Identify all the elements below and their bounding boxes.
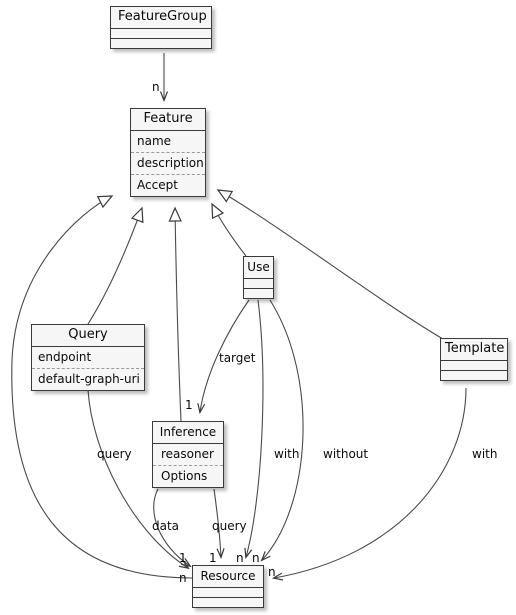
class-title-inference: Inference	[153, 422, 223, 444]
edge-multiplicity-label: 1	[179, 551, 187, 565]
edge-role-label: without	[323, 447, 369, 461]
empty-compartment	[441, 371, 507, 380]
class-attribute: default-graph-uri	[32, 369, 144, 390]
class-box-featuregroup[interactable]: FeatureGroup	[110, 6, 212, 49]
edge-role-label: with	[472, 447, 498, 461]
class-title-use: Use	[244, 257, 273, 279]
class-compartments-feature: name description Accept	[131, 131, 205, 196]
edge-multiplicity-label: n	[179, 571, 187, 585]
class-attribute: Accept	[131, 175, 205, 196]
class-title-resource: Resource	[193, 566, 263, 588]
class-box-template[interactable]: Template	[440, 338, 508, 381]
edge-multiplicity-label: n	[152, 80, 160, 94]
class-compartments-query: endpoint default-graph-uri	[32, 347, 144, 390]
edge-use-resource-without	[262, 299, 304, 560]
class-box-resource[interactable]: Resource	[192, 565, 264, 608]
class-attribute: Options	[153, 466, 223, 487]
class-compartments-featuregroup	[111, 29, 211, 48]
empty-compartment	[244, 289, 273, 298]
empty-compartment	[111, 39, 211, 48]
empty-compartment	[193, 588, 263, 598]
empty-compartment	[244, 279, 273, 289]
class-compartments-resource	[193, 588, 263, 607]
class-box-inference[interactable]: Inference reasoner Options	[152, 421, 224, 488]
edge-inference-feature	[168, 206, 182, 422]
edge-query-feature	[87, 206, 144, 325]
class-attribute: description	[131, 153, 205, 175]
edge-role-label: data	[152, 519, 180, 533]
edge-multiplicity-label: 1	[185, 398, 193, 412]
class-attribute: reasoner	[153, 444, 223, 466]
class-compartments-template	[441, 361, 507, 380]
edge-use-feature	[211, 202, 247, 257]
edge-role-label: target	[219, 351, 256, 365]
class-box-query[interactable]: Query endpoint default-graph-uri	[31, 324, 145, 391]
class-title-query: Query	[32, 325, 144, 347]
class-title-feature: Feature	[131, 109, 205, 131]
class-compartments-use	[244, 279, 273, 298]
edge-multiplicity-label: 1	[209, 551, 217, 565]
edge-role-label: with	[274, 447, 300, 461]
class-compartments-inference: reasoner Options	[153, 444, 223, 487]
empty-compartment	[193, 598, 263, 607]
class-box-feature[interactable]: Feature name description Accept	[130, 108, 206, 197]
empty-compartment	[111, 29, 211, 39]
class-attribute: name	[131, 131, 205, 153]
empty-compartment	[441, 361, 507, 371]
diagram-canvas	[11, 53, 467, 615]
class-attribute: endpoint	[32, 347, 144, 369]
edge-multiplicity-label: n	[236, 551, 244, 565]
edge-multiplicity-label: n	[252, 551, 260, 565]
class-title-featuregroup: FeatureGroup	[111, 7, 211, 29]
edge-use-resource-with	[246, 299, 264, 557]
edge-role-label: query	[212, 519, 247, 533]
class-title-template: Template	[441, 339, 507, 361]
class-box-use[interactable]: Use	[243, 256, 274, 299]
edge-multiplicity-label: n	[268, 565, 276, 579]
edge-role-label: query	[97, 447, 132, 461]
